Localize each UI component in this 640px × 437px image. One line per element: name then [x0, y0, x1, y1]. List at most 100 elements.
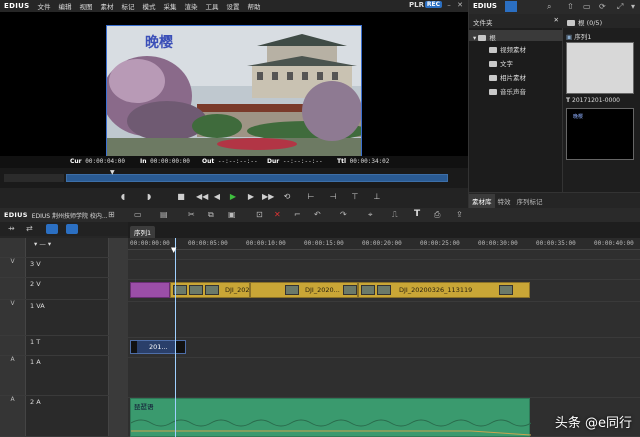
- playhead-marker-icon[interactable]: ▼: [171, 246, 176, 254]
- minimize-icon[interactable]: –: [445, 1, 453, 9]
- clip1-thumbnail[interactable]: [566, 42, 634, 94]
- tree-item-text[interactable]: 文字: [489, 58, 513, 68]
- set-in-icon[interactable]: ◖: [118, 192, 128, 202]
- sequence-tabs: 序列1: [128, 226, 640, 238]
- tab-markers[interactable]: 序列标记: [514, 194, 546, 208]
- fast-forward-icon[interactable]: ▶▶: [262, 192, 274, 202]
- menu-file[interactable]: 文件: [33, 1, 54, 11]
- redo-icon[interactable]: ↷: [340, 210, 347, 219]
- track-row-2v[interactable]: DJI_20200... DJI_2020... DJI_20200326_11…: [128, 280, 640, 302]
- insert-icon[interactable]: ⊢: [306, 192, 316, 202]
- scrub-left-track[interactable]: [4, 174, 64, 182]
- audio-clip[interactable]: 琵琶语: [130, 398, 531, 437]
- menu-capture[interactable]: 采集: [159, 1, 180, 11]
- marker-icon[interactable]: ⌖: [368, 210, 373, 220]
- tab-effects[interactable]: 特效: [495, 194, 514, 208]
- track-link-toggle[interactable]: [108, 238, 128, 257]
- open-icon[interactable]: ▭: [134, 210, 142, 219]
- tree-item-video[interactable]: 视频素材: [489, 44, 526, 54]
- menu-marker[interactable]: 标记: [117, 1, 138, 11]
- save-icon[interactable]: ▤: [160, 210, 168, 219]
- close-icon[interactable]: ✕: [456, 1, 464, 9]
- menu-mode[interactable]: 模式: [138, 1, 159, 11]
- video-clip-2[interactable]: DJI_2020...: [250, 282, 358, 298]
- track-row-1t[interactable]: 201...: [128, 338, 640, 358]
- play-icon[interactable]: ▶: [228, 192, 238, 202]
- track-tool-2-icon[interactable]: ⇄: [26, 224, 33, 233]
- project-title: EDIUS 荆州技师学院 校内...: [31, 212, 108, 220]
- sync-lock-icon[interactable]: [46, 224, 58, 234]
- set-out-icon[interactable]: ◗: [144, 192, 154, 202]
- export-icon[interactable]: ⊥: [372, 192, 382, 202]
- scrub-marker-icon[interactable]: ▼: [110, 169, 115, 176]
- export-tool-icon[interactable]: ⇪: [456, 210, 463, 219]
- folder-view-icon[interactable]: [505, 1, 517, 12]
- position-slider[interactable]: [66, 174, 448, 182]
- video-clip-transition[interactable]: [130, 282, 170, 298]
- tab-bin[interactable]: 素材库: [469, 193, 495, 208]
- track-link-toggle[interactable]: [108, 278, 128, 299]
- track-link-toggle[interactable]: [108, 356, 128, 395]
- menu-tools[interactable]: 工具: [201, 1, 222, 11]
- plr-label[interactable]: PLR: [409, 1, 424, 9]
- track-row-1a[interactable]: [128, 358, 640, 398]
- title-tool-icon[interactable]: T: [414, 209, 420, 219]
- fit-icon[interactable]: ⤢: [617, 2, 623, 12]
- track-tool-1-icon[interactable]: ⇸: [8, 224, 15, 233]
- ripple-icon[interactable]: ⊡: [256, 210, 263, 219]
- track-link-toggle[interactable]: [108, 396, 128, 436]
- sync-icon[interactable]: ⟳: [599, 2, 606, 11]
- track-side: V: [0, 300, 26, 335]
- copy-icon[interactable]: ⧉: [208, 210, 214, 220]
- tree-root[interactable]: ▾ 根: [469, 30, 563, 42]
- search-icon[interactable]: ⌕: [547, 2, 551, 12]
- dur-label: Dur: [267, 158, 280, 165]
- mode-icon[interactable]: ⊞: [108, 210, 115, 219]
- render-icon[interactable]: ⎙: [434, 210, 440, 220]
- paste-icon[interactable]: ▣: [228, 210, 236, 219]
- trim-icon[interactable]: ⌐: [294, 210, 301, 219]
- menu-edit[interactable]: 编辑: [54, 1, 75, 11]
- track-row-1va[interactable]: [128, 302, 640, 338]
- cut-icon[interactable]: ✂: [188, 210, 195, 219]
- bin-panel: 根 (0/5) ▣ 序列1 T 20171201-0000 晚樱: [563, 14, 640, 192]
- overwrite-icon[interactable]: ⊣: [328, 192, 338, 202]
- mute-icon[interactable]: ⎍: [392, 210, 398, 220]
- clip2-thumbnail[interactable]: 晚樱: [566, 108, 634, 160]
- track-name: 1 T: [30, 338, 41, 346]
- track-dropdown[interactable]: ▾ — ▾: [34, 240, 51, 248]
- tab-sequence1[interactable]: 序列1: [130, 226, 156, 238]
- menu-settings[interactable]: 设置: [222, 1, 243, 11]
- menu-clip[interactable]: 素材: [96, 1, 117, 11]
- close-folder-icon[interactable]: ✕: [554, 16, 559, 24]
- panel-menu-icon[interactable]: ▾: [631, 2, 635, 11]
- snap-icon[interactable]: [66, 224, 78, 234]
- step-back-icon[interactable]: ◀: [212, 192, 222, 202]
- track-row-3v[interactable]: [128, 260, 640, 280]
- title-clip[interactable]: 201...: [130, 340, 186, 354]
- rec-badge[interactable]: REC: [424, 1, 442, 8]
- expand-icon[interactable]: ▾: [473, 34, 476, 42]
- menu-view[interactable]: 视图: [75, 1, 96, 11]
- video-clip-3[interactable]: DJI_20200326_113119: [358, 282, 530, 298]
- link-icon[interactable]: ⊤: [350, 192, 360, 202]
- undo-icon[interactable]: ↶: [314, 210, 321, 219]
- timeline-ruler[interactable]: 00:00:00:00 00:00:05:00 00:00:10:00 00:0…: [128, 238, 640, 250]
- track-link-toggle[interactable]: [108, 258, 128, 277]
- tree-item-audio[interactable]: 音乐声音: [489, 86, 526, 96]
- stop-icon[interactable]: ■: [176, 192, 186, 202]
- track-link-toggle[interactable]: [108, 300, 128, 335]
- upload-icon[interactable]: ⇧: [567, 2, 574, 11]
- delete-icon[interactable]: ✕: [274, 210, 281, 219]
- menu-render[interactable]: 渲染: [180, 1, 201, 11]
- step-forward-icon[interactable]: ▶: [246, 192, 256, 202]
- loop-icon[interactable]: ⟲: [282, 192, 292, 202]
- tree-item-photo[interactable]: 相片素材: [489, 72, 526, 82]
- rewind-icon[interactable]: ◀◀: [196, 192, 208, 202]
- playhead[interactable]: [175, 238, 176, 437]
- menu-help[interactable]: 帮助: [243, 1, 264, 11]
- video-clip-1[interactable]: DJI_20200...: [170, 282, 264, 298]
- track-side: A: [0, 356, 26, 395]
- new-folder-icon[interactable]: ▭: [583, 2, 591, 11]
- track-link-toggle[interactable]: [108, 336, 128, 355]
